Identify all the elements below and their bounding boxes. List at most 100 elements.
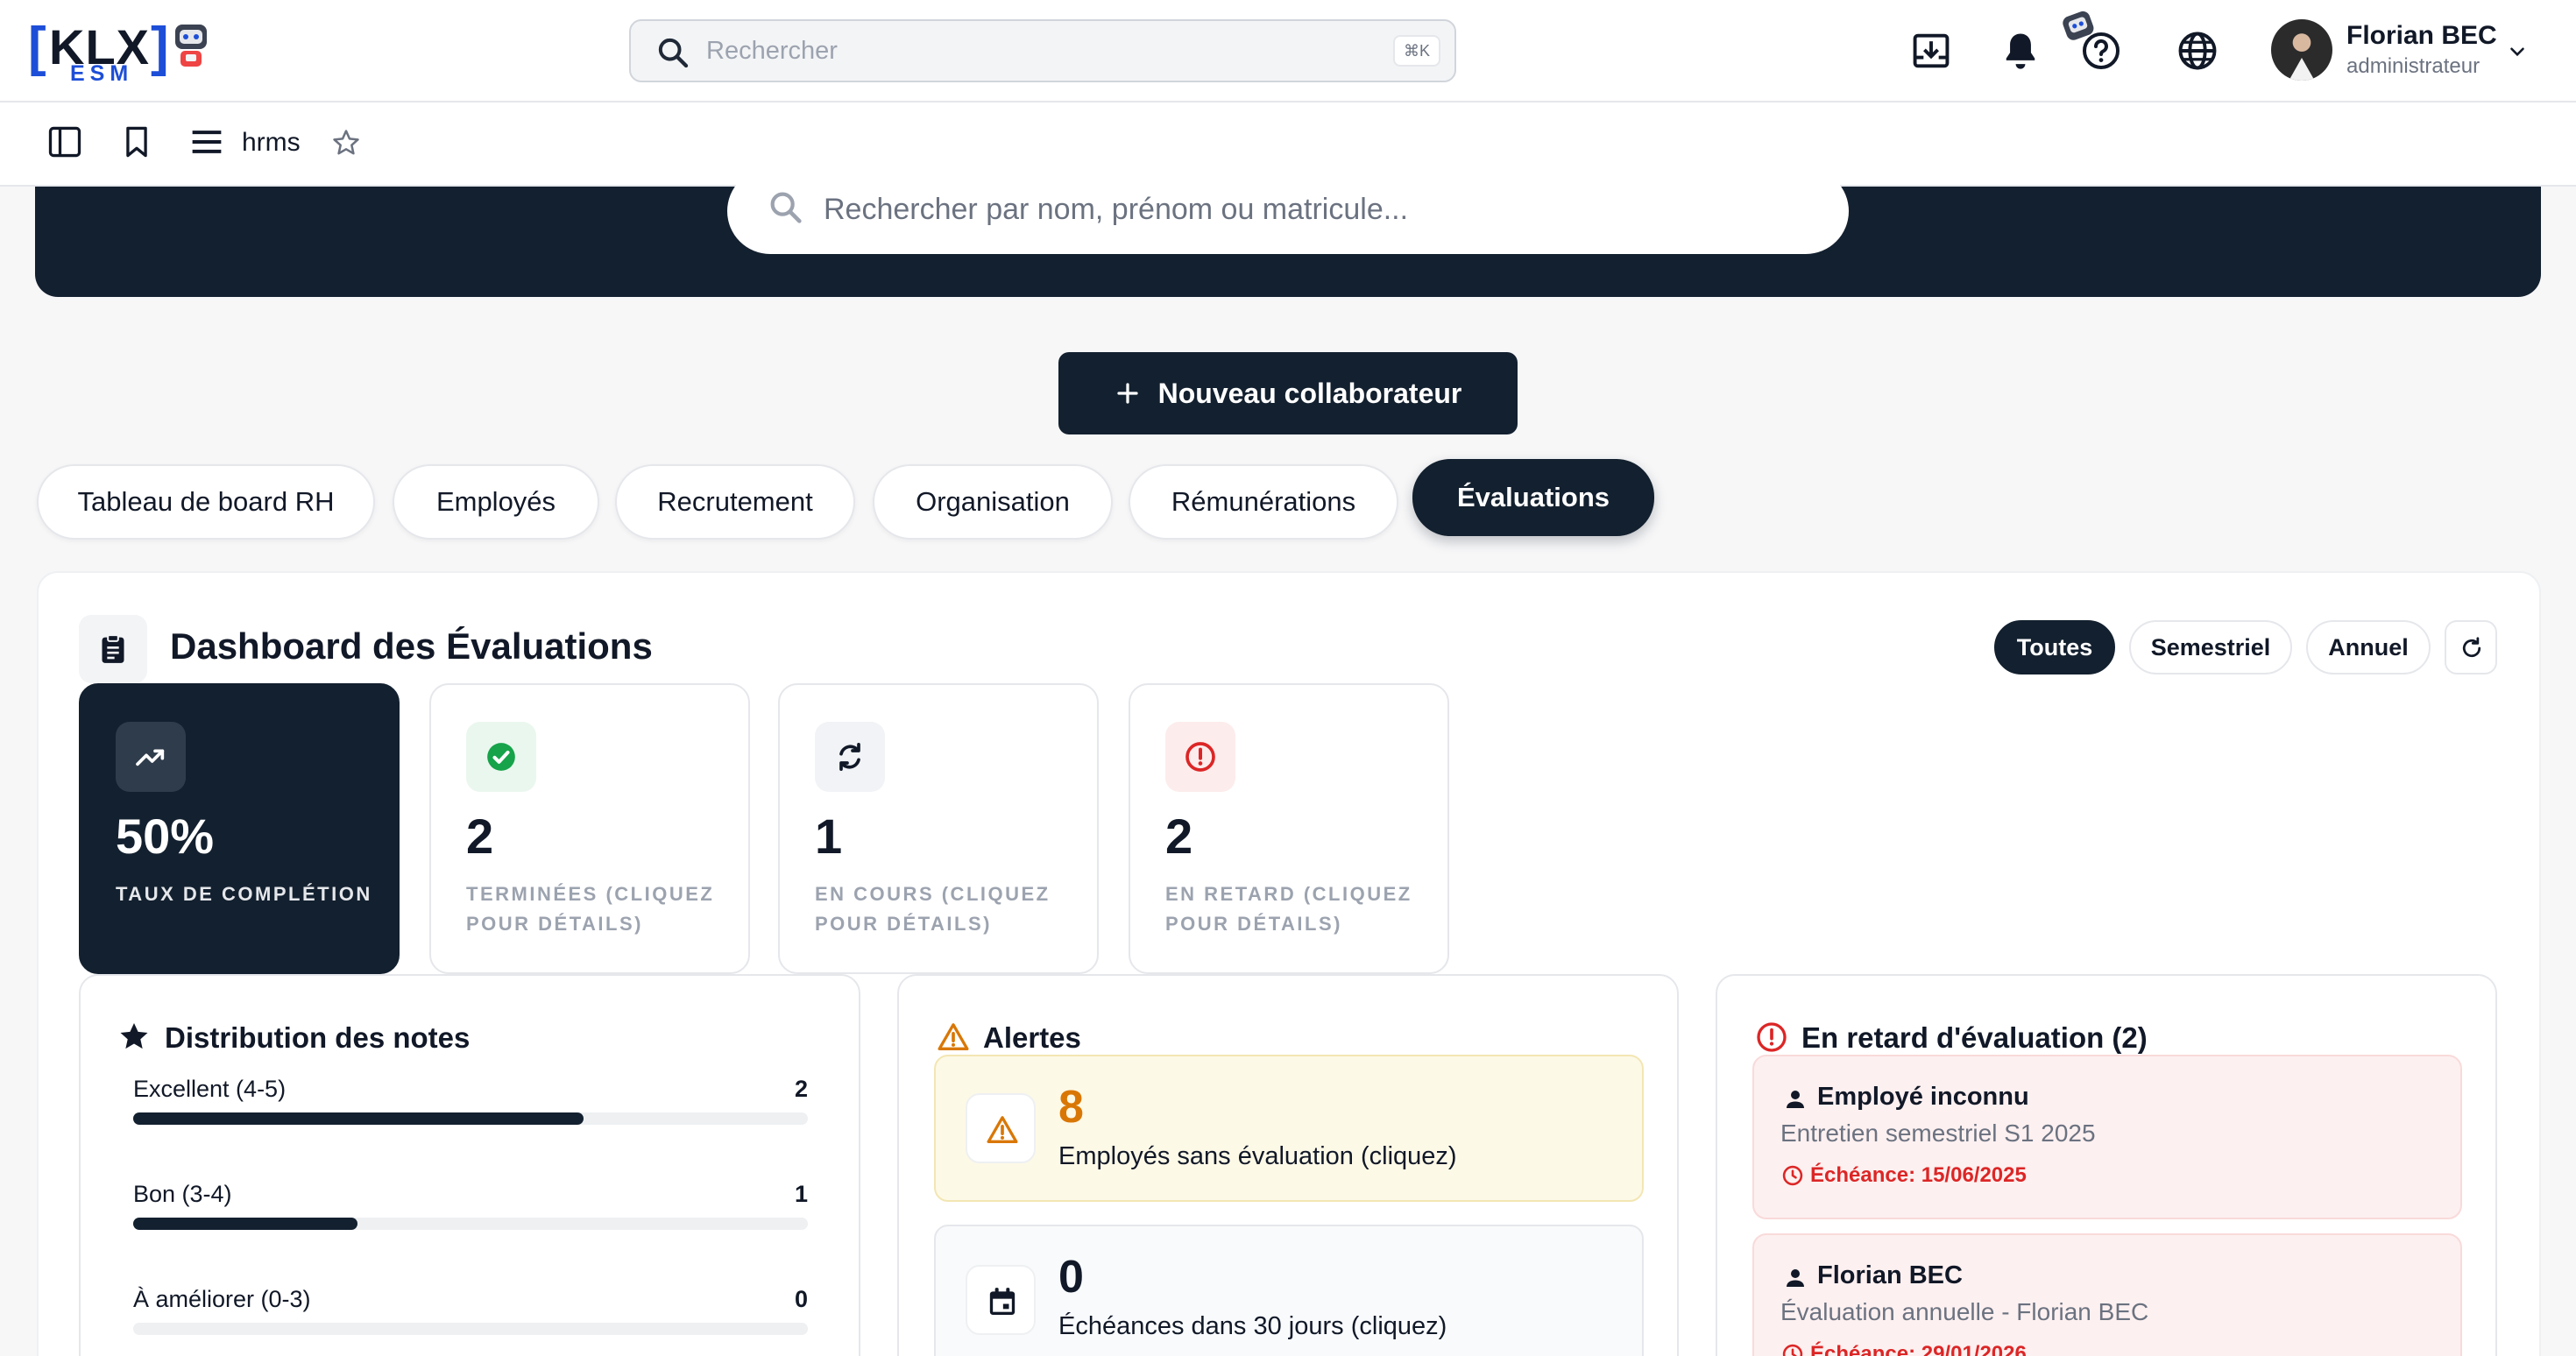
star-outline-icon[interactable] xyxy=(329,126,363,159)
logo-bracket-left: [ xyxy=(28,17,46,77)
alert-no-evaluation[interactable]: 8 Employés sans évaluation (cliquez) xyxy=(934,1055,1644,1202)
check-circle-icon xyxy=(487,743,515,771)
sidebar-toggle-icon[interactable] xyxy=(46,123,84,161)
stat-icon-box xyxy=(466,722,536,792)
robot-mascot-icon xyxy=(175,25,207,67)
panel-title: Alertes xyxy=(983,1021,1081,1054)
tab-label: Rémunérations xyxy=(1171,486,1356,517)
tab-label: Tableau de board RH xyxy=(77,486,335,517)
stat-label: EN RETARD (CLIQUEZ POUR DÉTAILS) xyxy=(1165,883,1412,935)
distribution-track xyxy=(133,1218,808,1230)
alert-upcoming-deadlines[interactable]: 0 Échéances dans 30 jours (cliquez) xyxy=(934,1225,1644,1356)
stat-value: 50% xyxy=(116,809,215,864)
stat-label: EN COURS (CLIQUEZ POUR DÉTAILS) xyxy=(815,883,1051,935)
stat-value: 1 xyxy=(815,809,843,864)
tab-label: Organisation xyxy=(916,486,1070,517)
search-icon xyxy=(658,38,689,68)
clock-icon xyxy=(1782,1165,1803,1186)
star-icon xyxy=(120,1022,148,1049)
alerts-panel: Alertes 8 Employés sans évaluation (cliq… xyxy=(897,974,1679,1356)
late-employee-name: Florian BEC xyxy=(1817,1261,1963,1289)
panel-title: Distribution des notes xyxy=(165,1021,471,1054)
tab-organisation[interactable]: Organisation xyxy=(873,464,1113,540)
global-search[interactable]: ⌘K xyxy=(629,19,1456,82)
sync-icon xyxy=(839,743,860,771)
employee-search-input[interactable] xyxy=(824,189,1787,230)
tab-label: Recrutement xyxy=(657,486,813,517)
distribution-count: 1 xyxy=(794,1181,808,1207)
stat-icon-box xyxy=(1165,722,1235,792)
refresh-button[interactable] xyxy=(2445,620,2497,674)
employee-search[interactable] xyxy=(727,168,1849,254)
download-tray-icon[interactable] xyxy=(1908,28,1954,74)
distribution-label: Bon (3-4) xyxy=(133,1181,232,1207)
alert-circle-icon xyxy=(1185,742,1215,772)
tab-remunerations[interactable]: Rémunérations xyxy=(1129,464,1398,540)
stat-icon-box xyxy=(815,722,885,792)
calendar-icon xyxy=(989,1288,1016,1315)
search-shortcut-hint: ⌘K xyxy=(1392,35,1440,67)
user-name[interactable]: Florian BEC xyxy=(2346,21,2497,51)
alert-icon-box xyxy=(966,1265,1036,1335)
late-evaluation-item[interactable]: Employé inconnu Entretien semestriel S1 … xyxy=(1752,1055,2462,1219)
late-evaluation-title: Évaluation annuelle - Florian BEC xyxy=(1780,1298,2149,1325)
stat-value: 2 xyxy=(1165,809,1193,864)
late-evaluation-title: Entretien semestriel S1 2025 xyxy=(1780,1119,2096,1147)
tab-recrutement[interactable]: Recrutement xyxy=(615,464,855,540)
stat-in-progress[interactable]: 1 EN COURS (CLIQUEZ POUR DÉTAILS) xyxy=(778,683,1099,974)
distribution-track xyxy=(133,1112,808,1125)
tab-label: Évaluations xyxy=(1457,482,1610,512)
clipboard-icon xyxy=(102,634,124,663)
avatar[interactable] xyxy=(2271,19,2332,81)
bookmark-icon[interactable] xyxy=(117,123,156,161)
filter-toutes[interactable]: Toutes xyxy=(1994,620,2115,674)
alert-icon-box xyxy=(966,1093,1036,1163)
alert-text: Employés sans évaluation (cliquez) xyxy=(1058,1142,1457,1170)
stat-value: 2 xyxy=(466,809,494,864)
plus-icon xyxy=(1117,383,1138,404)
menu-icon[interactable] xyxy=(188,124,226,159)
global-search-input[interactable] xyxy=(706,32,1320,70)
new-collaborator-button[interactable]: Nouveau collaborateur xyxy=(1058,352,1518,434)
tab-evaluations[interactable]: Évaluations xyxy=(1412,459,1654,536)
new-collaborator-label: Nouveau collaborateur xyxy=(1157,377,1462,409)
alert-count: 8 xyxy=(1058,1082,1084,1133)
stat-icon-box xyxy=(116,722,186,792)
tab-dashboard-rh[interactable]: Tableau de board RH xyxy=(37,464,375,540)
stat-completed[interactable]: 2 TERMINÉES (CLIQUEZ POUR DÉTAILS) xyxy=(429,683,750,974)
chevron-down-icon[interactable] xyxy=(2506,40,2529,63)
filter-annuel[interactable]: Annuel xyxy=(2306,620,2431,674)
clipboard-icon-box xyxy=(79,615,147,683)
late-employee-name: Employé inconnu xyxy=(1817,1083,2029,1111)
tab-employes[interactable]: Employés xyxy=(393,464,599,540)
stat-late[interactable]: 2 EN RETARD (CLIQUEZ POUR DÉTAILS) xyxy=(1129,683,1449,974)
app-logo[interactable]: [ KLX ] ESM xyxy=(28,16,212,88)
late-evaluations-panel: En retard d'évaluation (2) Employé incon… xyxy=(1716,974,2497,1356)
late-due-date: Échéance: 29/01/2026 xyxy=(1810,1342,2027,1356)
clock-icon xyxy=(1782,1344,1803,1356)
filter-label: Toutes xyxy=(2016,633,2093,660)
robot-help-icon[interactable] xyxy=(2059,9,2122,72)
bell-icon[interactable] xyxy=(1998,28,2043,74)
logo-bracket-right: ] xyxy=(151,17,169,77)
distribution-count: 0 xyxy=(794,1286,808,1312)
person-icon xyxy=(1787,1091,1804,1108)
user-role: administrateur xyxy=(2346,54,2480,78)
late-evaluation-item[interactable]: Florian BEC Évaluation annuelle - Floria… xyxy=(1752,1233,2462,1356)
filter-label: Annuel xyxy=(2328,633,2409,660)
filter-semestriel[interactable]: Semestriel xyxy=(2129,620,2292,674)
person-icon xyxy=(1787,1269,1804,1287)
stat-completion-rate[interactable]: 50% TAUX DE COMPLÉTION xyxy=(79,683,400,974)
filter-label: Semestriel xyxy=(2150,633,2271,660)
globe-icon[interactable] xyxy=(2175,28,2220,74)
app-breadcrumb[interactable]: hrms xyxy=(242,128,301,158)
warning-icon xyxy=(987,1116,1018,1143)
search-icon xyxy=(770,192,802,223)
stat-label: TAUX DE COMPLÉTION xyxy=(116,883,372,905)
page-title: Dashboard des Évaluations xyxy=(170,625,653,667)
panel-title: En retard d'évaluation (2) xyxy=(1801,1021,2148,1054)
logo-subtitle: ESM xyxy=(70,61,134,86)
distribution-bar xyxy=(133,1218,358,1230)
warning-icon xyxy=(938,1023,969,1050)
grade-distribution-panel: Distribution des notes Excellent (4-5) 2… xyxy=(79,974,860,1356)
